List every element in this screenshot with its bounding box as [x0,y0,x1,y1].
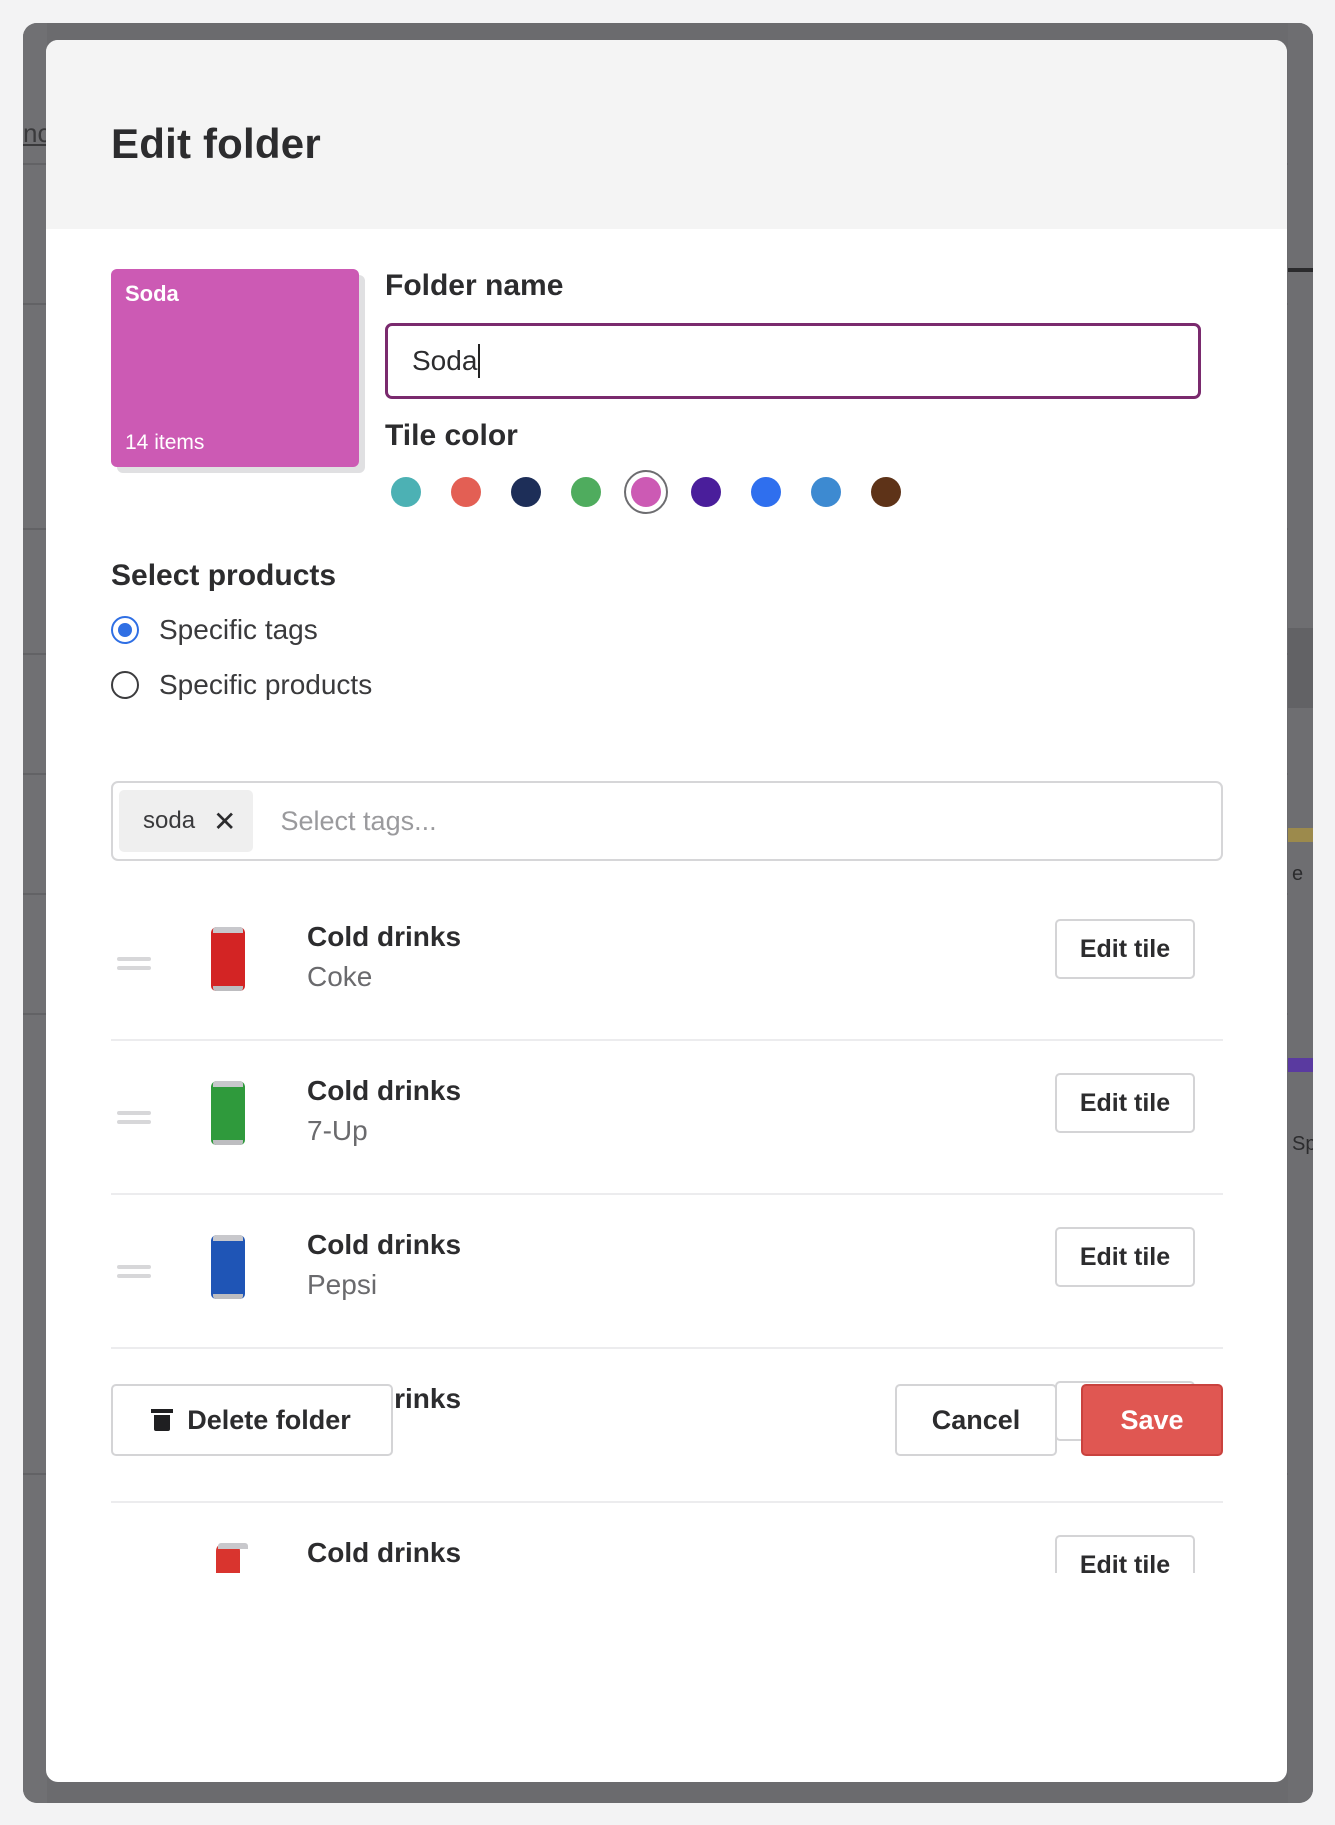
edit-folder-dialog: Edit folder Soda 14 items Folder name So… [46,40,1287,1782]
edit-tile-button[interactable]: Edit tile [1055,919,1195,979]
product-name: Pepsi [307,1269,378,1300]
dialog-title: Edit folder [111,120,321,167]
product-category: Cold drinks [307,1229,462,1260]
tile-item-count: 14 items [125,431,205,454]
pepsi-can-icon [211,1235,245,1299]
product-name: Coke [307,961,373,992]
color-swatch[interactable] [751,477,781,507]
cancel-button[interactable]: Cancel [895,1384,1057,1456]
select-products-title: Select products [111,559,337,592]
radio-label: Specific products [159,669,373,700]
color-swatch[interactable] [624,470,668,514]
7up-can-icon [211,1081,245,1145]
folder-tile-preview: Soda 14 items [111,269,359,467]
background-stripe [1288,268,1313,272]
radio-checked-icon[interactable] [111,616,139,644]
background-stripe [1288,628,1313,708]
product-name: 7-Up [307,1115,368,1146]
delete-folder-button[interactable]: Delete folder [111,1384,393,1456]
color-swatch[interactable] [511,477,541,507]
edit-tile-button[interactable]: Edit tile [1055,1227,1195,1287]
coke-can-icon [211,927,245,991]
product-row: Cold drinks Pepsi Edit tile [111,1195,1223,1349]
close-icon[interactable]: ✕ [213,805,236,838]
radio-unchecked-icon[interactable] [111,671,139,699]
color-swatch[interactable] [571,477,601,507]
folder-settings: Folder name Soda Tile color [385,269,1205,514]
edit-tile-button[interactable]: Edit tile [1055,1535,1195,1573]
tags-select-input[interactable]: soda ✕ Select tags... [111,781,1223,861]
background-stripe [1288,828,1313,842]
drag-handle-icon[interactable] [117,957,151,975]
product-category: Cold drinks [307,1075,462,1106]
folder-name-label: Folder name [385,269,564,302]
background-left-panel: nc [23,23,50,1803]
tag-chip: soda ✕ [119,790,253,852]
product-row: Cold drinksGatoradeEdit tile [111,1503,1223,1573]
product-category: Cold drinks [307,921,462,952]
save-button[interactable]: Save [1081,1384,1223,1456]
color-swatch[interactable] [811,477,841,507]
product-category: Cold drinks [307,1537,462,1568]
text-caret [478,344,481,378]
folder-name-value: Soda [412,345,478,376]
radio-label: Specific tags [159,614,318,645]
color-swatch[interactable] [391,477,421,507]
color-swatch[interactable] [871,477,901,507]
delete-folder-label: Delete folder [187,1404,351,1435]
drag-handle-icon[interactable] [117,1265,151,1283]
dialog-footer: Delete folder Cancel Save [46,1384,1287,1464]
drag-handle-icon[interactable] [117,1111,151,1129]
color-swatch[interactable] [451,477,481,507]
tile-name: Soda [125,281,179,306]
background-stripe [1288,1058,1313,1072]
radio-specific-tags[interactable]: Specific tags [111,614,318,646]
edit-tile-button[interactable]: Edit tile [1055,1073,1195,1133]
background-text: Sp [1292,1133,1313,1155]
product-list: Cold drinks Coke Edit tile Cold drinks 7-Up E… [111,887,1223,1573]
tag-chip-label: soda [143,807,196,834]
tile-color-label: Tile color [385,419,518,452]
product-row: Cold drinks Coke Edit tile [111,887,1223,1041]
gatorade-bottle-icon [216,1543,248,1573]
radio-specific-products[interactable]: Specific products [111,669,372,701]
tags-placeholder: Select tags... [280,805,437,836]
background-text: e [1292,863,1304,885]
trash-icon [151,1409,174,1431]
background-right-panel: e Sp [1288,23,1313,1803]
tile-color-picker [385,470,1205,514]
dialog-header: Edit folder [46,40,1287,229]
folder-name-input[interactable]: Soda [385,323,1201,399]
product-row: Cold drinks 7-Up Edit tile [111,1041,1223,1195]
color-swatch[interactable] [691,477,721,507]
